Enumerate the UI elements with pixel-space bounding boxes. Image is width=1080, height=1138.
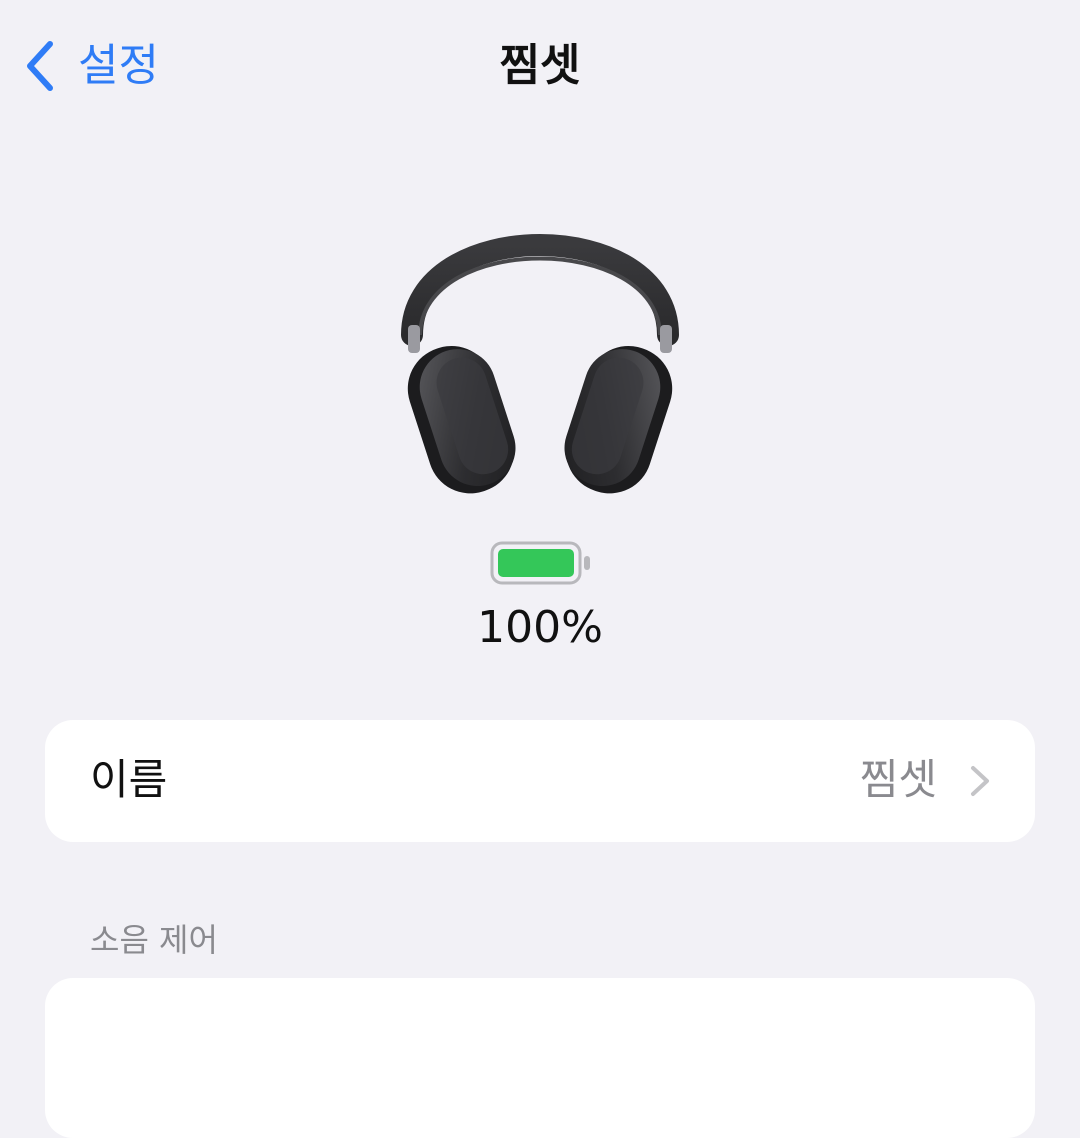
- name-value: 찜셋: [859, 755, 937, 804]
- noise-control-header: 소음 제어: [90, 921, 218, 959]
- name-label: 이름: [90, 755, 168, 804]
- chevron-right-icon: [971, 766, 989, 796]
- battery-icon: [490, 541, 590, 585]
- headphones-image: [401, 234, 679, 494]
- name-row[interactable]: 이름 찜셋: [45, 720, 1035, 842]
- battery-percentage: 100%: [477, 602, 603, 653]
- page-title: 찜셋: [499, 40, 581, 91]
- navigation-bar: 설정 찜셋: [0, 0, 1080, 130]
- noise-control-card: [45, 978, 1035, 1138]
